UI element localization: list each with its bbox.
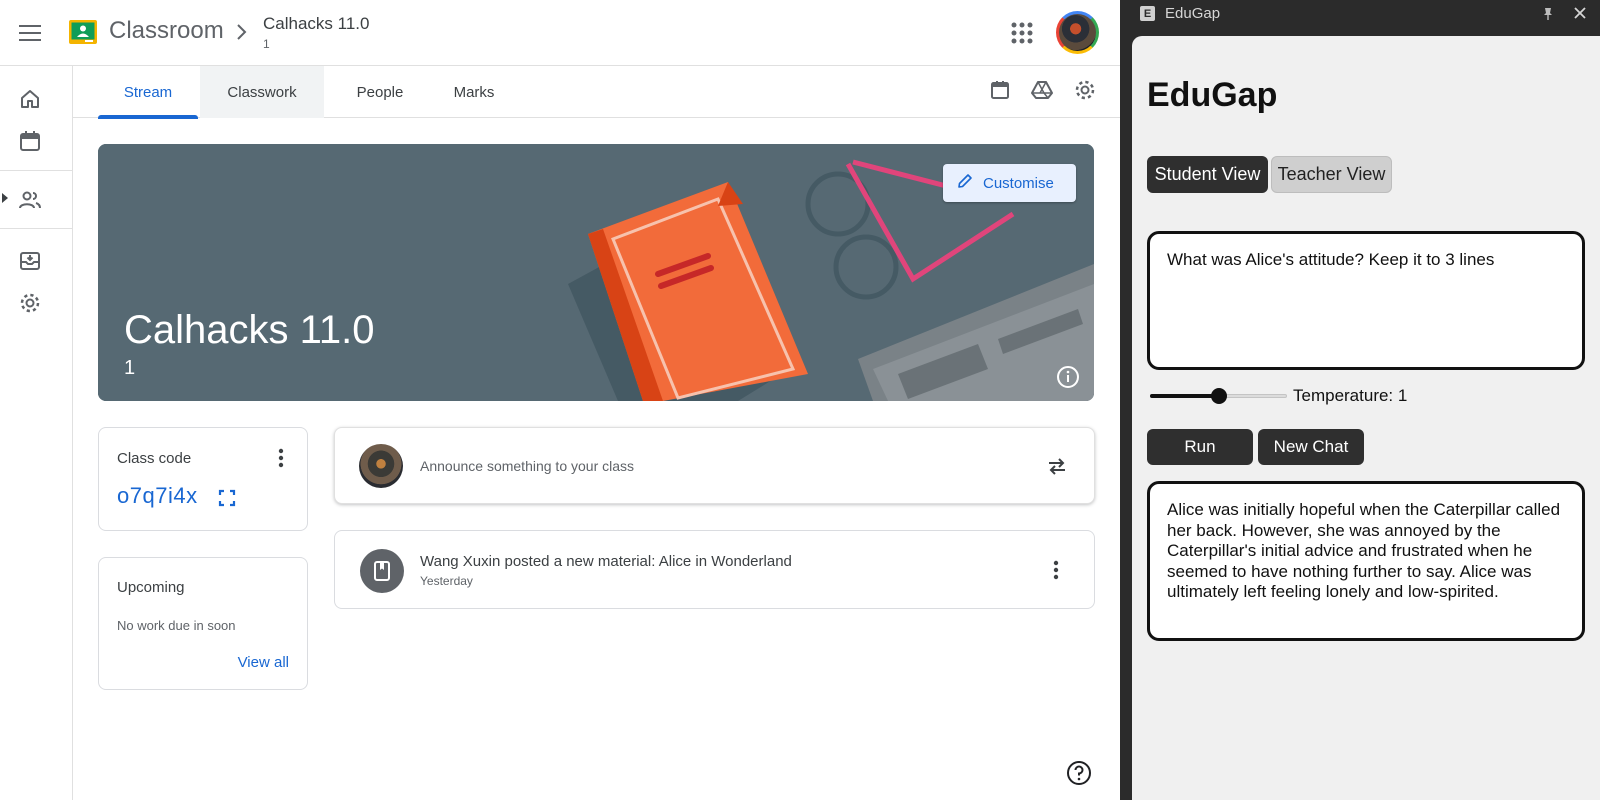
temperature-slider[interactable]	[1150, 386, 1287, 406]
repost-icon[interactable]	[1045, 454, 1069, 478]
upcoming-empty-text: No work due in soon	[117, 618, 236, 633]
tab-people[interactable]: People	[335, 66, 425, 118]
people-icon[interactable]	[18, 188, 42, 212]
pin-icon[interactable]	[1540, 6, 1556, 22]
home-icon[interactable]	[18, 87, 42, 111]
page-title: EduGap	[1147, 76, 1278, 114]
teacher-view-button[interactable]: Teacher View	[1271, 156, 1392, 193]
banner-course-section: 1	[124, 357, 136, 379]
window-title: EduGap	[1165, 5, 1221, 22]
more-vert-icon[interactable]	[269, 446, 293, 470]
course-banner: Calhacks 11.0 1 Customise	[98, 144, 1094, 401]
more-vert-icon[interactable]	[1044, 558, 1068, 582]
view-all-link[interactable]: View all	[238, 654, 289, 671]
tab-marks[interactable]: Marks	[434, 66, 514, 118]
stream-post[interactable]: Wang Xuxin posted a new material: Alice …	[334, 530, 1095, 609]
class-code-label: Class code	[117, 450, 192, 467]
announce-placeholder[interactable]: Announce something to your class	[420, 458, 634, 474]
side-nav-rail	[0, 66, 73, 800]
account-avatar[interactable]	[1056, 11, 1099, 54]
response-output: Alice was initially hopeful when the Cat…	[1147, 481, 1585, 641]
expand-caret-icon[interactable]	[2, 193, 8, 203]
help-icon[interactable]	[1066, 760, 1092, 786]
drive-icon[interactable]	[1030, 78, 1054, 102]
calendar-icon[interactable]	[18, 129, 42, 153]
close-icon[interactable]	[1571, 4, 1589, 22]
app-name[interactable]: Classroom	[109, 17, 224, 45]
tab-classwork[interactable]: Classwork	[200, 66, 324, 118]
upcoming-card: Upcoming No work due in soon View all	[98, 557, 308, 690]
avatar	[359, 444, 403, 488]
run-button[interactable]: Run	[1147, 429, 1253, 465]
app-icon: E	[1140, 6, 1155, 21]
prompt-input[interactable]: What was Alice's attitude? Keep it to 3 …	[1147, 231, 1585, 370]
customise-button[interactable]: Customise	[943, 164, 1076, 202]
class-code-card: Class code o7q7i4x	[98, 427, 308, 531]
pencil-icon	[957, 173, 973, 193]
gear-icon[interactable]	[1073, 78, 1097, 102]
breadcrumb-course-section: 1	[263, 37, 270, 51]
classroom-app: Classroom Calhacks 11.0 1 Stream Classwo…	[0, 0, 1120, 800]
slider-thumb[interactable]	[1210, 388, 1227, 404]
tab-stream[interactable]: Stream	[98, 66, 198, 119]
announce-box[interactable]: Announce something to your class	[334, 427, 1095, 504]
student-view-button[interactable]: Student View	[1147, 156, 1268, 193]
post-timestamp: Yesterday	[420, 574, 473, 588]
customise-label: Customise	[983, 174, 1054, 192]
archive-icon[interactable]	[18, 249, 42, 273]
breadcrumb-course-title[interactable]: Calhacks 11.0	[263, 14, 369, 34]
material-icon	[360, 549, 404, 593]
edugap-panel: EduGap Student View Teacher View What wa…	[1132, 36, 1600, 800]
calendar-icon[interactable]	[988, 78, 1012, 102]
slider-fill	[1150, 394, 1219, 398]
course-tabs: Stream Classwork People Marks	[73, 66, 1120, 119]
fullscreen-icon[interactable]	[217, 488, 237, 508]
menu-icon[interactable]	[14, 17, 46, 49]
apps-grid-icon[interactable]	[1009, 20, 1035, 46]
new-chat-button[interactable]: New Chat	[1258, 429, 1364, 465]
info-icon[interactable]	[1056, 365, 1080, 389]
class-code-value: o7q7i4x	[117, 483, 198, 508]
rail-divider	[0, 170, 72, 171]
gear-icon[interactable]	[18, 291, 42, 315]
edugap-window: E EduGap EduGap Student View Teacher Vie…	[1120, 0, 1600, 800]
window-titlebar[interactable]: E EduGap	[1120, 0, 1600, 28]
upcoming-title: Upcoming	[117, 579, 185, 596]
rail-divider	[0, 228, 72, 229]
temperature-label: Temperature: 1	[1293, 386, 1408, 405]
top-app-bar: Classroom Calhacks 11.0 1	[0, 0, 1120, 66]
classroom-logo[interactable]	[69, 20, 97, 44]
chevron-right-icon	[232, 19, 252, 45]
post-title[interactable]: Wang Xuxin posted a new material: Alice …	[420, 553, 792, 570]
banner-course-title: Calhacks 11.0	[124, 308, 375, 352]
